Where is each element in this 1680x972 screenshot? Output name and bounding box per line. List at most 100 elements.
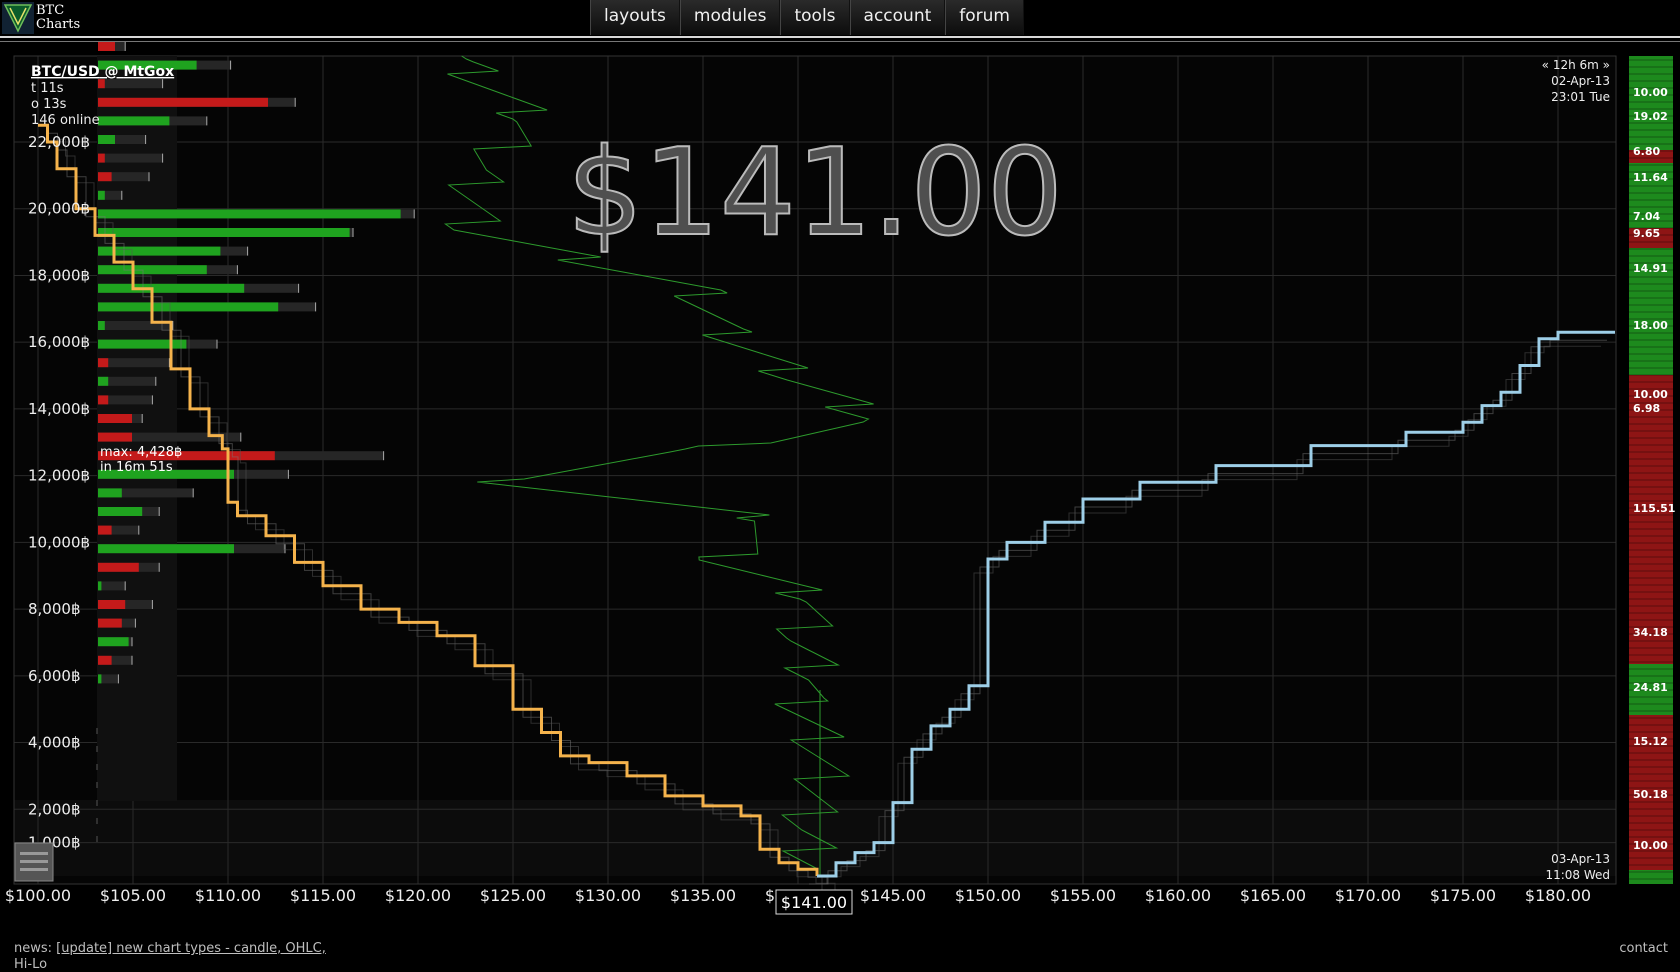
y-tick-label: 22,000฿ bbox=[28, 133, 90, 151]
orderbook-bar-fill bbox=[98, 321, 105, 330]
y-tick-label: 2,000฿ bbox=[28, 800, 81, 818]
side-tick-value: 15.12 bbox=[1633, 735, 1668, 748]
scroll-widget[interactable] bbox=[14, 842, 54, 882]
orderbook-bar-fill bbox=[98, 414, 132, 423]
depth-chart[interactable]: $141.00 $100.00 $105.00 $110.00 $115.00 $120… bbox=[0, 0, 1680, 935]
trade-side-column: 10.00 19.02 6.80 11.64 7.04 9.65 14.91 18.00 10.… bbox=[1629, 56, 1675, 884]
orderbook-bar-fill bbox=[98, 42, 115, 51]
max-value: max: 4,428฿ bbox=[100, 445, 182, 460]
orderbook-bar-fill bbox=[98, 228, 350, 237]
side-tick-value: 34.18 bbox=[1633, 626, 1668, 639]
side-tick-value: 9.65 bbox=[1633, 227, 1660, 240]
online-count: 146 online bbox=[31, 113, 100, 128]
x-tick-label: $155.00 bbox=[1050, 886, 1116, 905]
news-bar: news: [update] new chart types - candle,… bbox=[14, 941, 326, 956]
x-tick-label: $175.00 bbox=[1430, 886, 1496, 905]
orderbook-bar-fill bbox=[98, 655, 112, 665]
x-tick-label: $165.00 bbox=[1240, 886, 1306, 905]
orderbook-bar-fill bbox=[98, 395, 109, 405]
orderbook-bar-fill bbox=[98, 79, 105, 89]
side-tick-value: 24.81 bbox=[1633, 681, 1668, 694]
orderbook-bar-7 bbox=[98, 172, 150, 182]
end-date: 03-Apr-13 bbox=[1551, 852, 1610, 866]
footer: news: [update] new chart types - candle,… bbox=[0, 935, 1680, 972]
orderbook-bar-25 bbox=[98, 507, 160, 516]
orderbook-bar-fill bbox=[98, 525, 112, 535]
x-tick-label: $180.00 bbox=[1525, 886, 1591, 905]
orderbook-bar-27 bbox=[98, 544, 286, 554]
max-tooltip: max: 4,428฿ in 16m 51s bbox=[100, 445, 182, 475]
x-tick-label: $130.00 bbox=[575, 886, 641, 905]
orderbook-bar-3 bbox=[98, 97, 296, 107]
x-tick-label: $125.00 bbox=[480, 886, 546, 905]
orderbook-bar-34 bbox=[98, 674, 119, 684]
y-tick-label: 6,000฿ bbox=[28, 667, 81, 685]
orderbook-bar-17 bbox=[98, 358, 170, 368]
news-label: news: bbox=[14, 941, 57, 956]
orderbook-bar-fill bbox=[98, 562, 139, 572]
orderbook-bar-fill bbox=[98, 376, 109, 386]
orderbook-bar-fill bbox=[98, 618, 122, 628]
orderbook-bar-20 bbox=[98, 414, 143, 423]
orderbook-bar-fill bbox=[98, 97, 268, 107]
orderbook-bar-fill bbox=[98, 544, 234, 554]
orderbook-backdrop bbox=[97, 56, 177, 801]
orderbook-bar-2 bbox=[98, 79, 164, 89]
side-tick-value: 6.80 bbox=[1633, 145, 1660, 158]
side-tick-value: 19.02 bbox=[1633, 110, 1668, 123]
orderbook-bar-12 bbox=[98, 265, 238, 275]
orderbook-bar-11 bbox=[98, 246, 249, 256]
orderbook-bar-6 bbox=[98, 153, 164, 163]
y-tick-label: 8,000฿ bbox=[28, 600, 81, 618]
svg-text:BTC/USD @ MtGox: BTC/USD @ MtGox bbox=[31, 64, 174, 80]
end-time: 11:08 Wed bbox=[1545, 868, 1610, 882]
y-tick-label: 20,000฿ bbox=[28, 200, 90, 218]
orderbook-bar-fill bbox=[98, 265, 207, 275]
orderbook-bar-33 bbox=[98, 655, 133, 665]
orderbook-bar-26 bbox=[98, 525, 140, 535]
symbol-at: @ bbox=[100, 64, 124, 80]
side-tick-value: 10.00 bbox=[1633, 388, 1668, 401]
side-tick-value: 115.51 bbox=[1633, 502, 1675, 515]
x-tick-label: $135.00 bbox=[670, 886, 736, 905]
orderbook-bar-29 bbox=[98, 581, 126, 591]
time-span[interactable]: « 12h 6m » bbox=[1542, 58, 1610, 72]
orderbook-bar-fill bbox=[98, 135, 115, 144]
y-tick-label: 12,000฿ bbox=[28, 467, 90, 485]
orderbook-bar-fill bbox=[98, 246, 221, 256]
orderbook-bar-fill bbox=[98, 637, 129, 647]
orderbook-bar-28 bbox=[98, 562, 160, 572]
orderbook-bar-5 bbox=[98, 135, 147, 144]
volume-band bbox=[14, 800, 1616, 876]
orderbook-bar-fill bbox=[98, 600, 126, 609]
x-tick-label: $160.00 bbox=[1145, 886, 1211, 905]
orderbook-bar-13 bbox=[98, 283, 300, 293]
x-tick-label: $110.00 bbox=[195, 886, 261, 905]
x-tick-label: $100.00 bbox=[5, 886, 71, 905]
orderbook-bar-total bbox=[98, 79, 163, 89]
side-tick-value: 14.91 bbox=[1633, 262, 1668, 275]
orderbook-bar-31 bbox=[98, 618, 136, 628]
contact-link[interactable]: contact bbox=[1619, 941, 1668, 956]
time-range-top: « 12h 6m » 02-Apr-13 23:01 Tue bbox=[1542, 58, 1610, 104]
y-tick-label: 4,000฿ bbox=[28, 734, 81, 752]
orderbook-bar-14 bbox=[98, 302, 317, 312]
orderbook-bar-fill bbox=[98, 190, 105, 200]
orderbook-bar-16 bbox=[98, 339, 218, 349]
side-tick-value: 7.04 bbox=[1633, 210, 1660, 223]
exchange-link[interactable]: MtGox bbox=[123, 64, 174, 80]
orderbook-bar-total bbox=[98, 358, 170, 368]
orderbook-bar-fill bbox=[98, 172, 112, 182]
orderbook-bar-total bbox=[98, 153, 163, 163]
big-price-label: $141.00 bbox=[567, 124, 1063, 263]
current-price-marker: $141.00 bbox=[775, 889, 853, 915]
symbol-link[interactable]: BTC/USD bbox=[31, 64, 100, 80]
order-age: o 13s bbox=[31, 97, 67, 112]
start-time: 23:01 Tue bbox=[1551, 90, 1610, 104]
side-tick-value: 11.64 bbox=[1633, 171, 1668, 184]
max-time: in 16m 51s bbox=[100, 460, 173, 475]
side-tick-value: 10.00 bbox=[1633, 86, 1668, 99]
news-link[interactable]: [update] new chart types - candle, OHLC, bbox=[56, 941, 326, 956]
side-tick-value: 50.18 bbox=[1633, 788, 1668, 801]
orderbook-bar-18 bbox=[98, 376, 157, 386]
